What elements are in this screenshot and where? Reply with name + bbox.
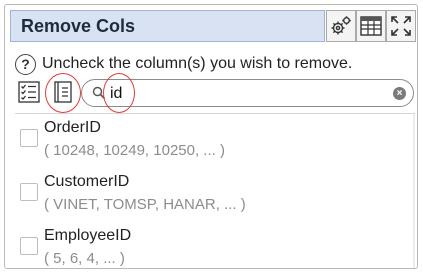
column-name: CustomerID xyxy=(44,173,130,190)
list-icon xyxy=(54,81,72,103)
table-view-button[interactable] xyxy=(356,10,386,42)
list-item[interactable]: CustomerID ( VINET, TOMSP, HANAR, ... ) xyxy=(15,168,415,222)
table-icon xyxy=(360,16,382,36)
list-item[interactable]: EmployeeID ( 5, 6, 4, ... ) xyxy=(15,222,415,268)
help-icon[interactable]: ? xyxy=(15,53,36,75)
column-list: OrderID ( 10248, 10249, 10250, ... ) Cus… xyxy=(15,113,415,268)
column-sample-values: ( 5, 6, 4, ... ) xyxy=(44,250,125,267)
remove-cols-panel: Remove Cols ? Uncheck the column(s) you … xyxy=(4,4,418,269)
column-sample-values: ( VINET, TOMSP, HANAR, ... ) xyxy=(44,196,246,213)
column-name: EmployeeID xyxy=(44,227,132,244)
instruction-row: ? Uncheck the column(s) you wish to remo… xyxy=(15,53,415,75)
column-checkbox[interactable] xyxy=(20,237,38,255)
list-scrollbar[interactable] xyxy=(413,114,415,268)
search-input[interactable] xyxy=(110,84,370,104)
column-checkbox[interactable] xyxy=(20,183,38,201)
expand-icon xyxy=(391,16,411,36)
column-checkbox[interactable] xyxy=(20,129,38,147)
instruction-text: Uncheck the column(s) you wish to remove… xyxy=(42,55,353,72)
list-view-button[interactable] xyxy=(51,79,75,105)
clear-search-icon[interactable]: × xyxy=(393,87,406,100)
check-all-button[interactable] xyxy=(17,79,41,105)
search-icon xyxy=(92,86,106,100)
checklist-icon xyxy=(18,81,40,103)
panel-title: Remove Cols xyxy=(10,10,325,42)
list-item[interactable]: OrderID ( 10248, 10249, 10250, ... ) xyxy=(15,114,415,168)
expand-button[interactable] xyxy=(386,10,416,42)
settings-button[interactable] xyxy=(326,10,356,42)
column-sample-values: ( 10248, 10249, 10250, ... ) xyxy=(44,142,225,159)
column-name: OrderID xyxy=(44,119,101,136)
gears-icon xyxy=(331,16,351,35)
panel-header: Remove Cols xyxy=(10,10,416,44)
filter-toolbar: × xyxy=(15,73,415,113)
column-search-box: × xyxy=(81,79,414,107)
